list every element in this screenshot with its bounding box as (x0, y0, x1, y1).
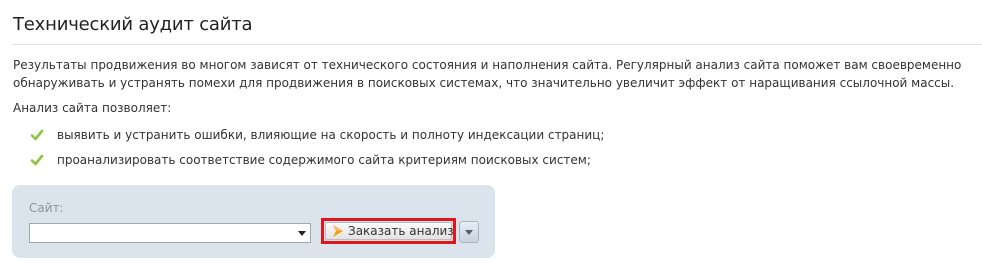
intro-text: Результаты продвижения во многом зависят… (13, 58, 962, 90)
site-select[interactable] (29, 223, 311, 243)
order-button-label: Заказать анализ (348, 224, 454, 238)
order-analysis-button[interactable]: Заказать анализ (325, 222, 454, 240)
list-item: выявить и устранить ошибки, влияющие на … (30, 127, 604, 143)
list-item: проанализировать соответствие содержимог… (30, 152, 604, 168)
page-title: Технический аудит сайта (13, 14, 253, 35)
title-divider (12, 44, 982, 45)
select-arrow-icon[interactable] (298, 231, 306, 236)
checkmark-icon (30, 129, 44, 141)
order-options-dropdown[interactable] (459, 221, 479, 243)
benefit-text: выявить и устранить ошибки, влияющие на … (57, 128, 605, 142)
order-panel: Сайт: Заказать анализ (12, 185, 495, 258)
benefit-list: выявить и устранить ошибки, влияющие на … (30, 127, 604, 177)
orange-arrow-icon (333, 225, 343, 237)
site-label: Сайт: (29, 201, 64, 215)
checkmark-icon (30, 154, 44, 166)
chevron-down-icon (465, 230, 473, 235)
allows-label: Анализ сайта позволяет: (13, 101, 172, 115)
benefit-text: проанализировать соответствие содержимог… (57, 153, 591, 167)
